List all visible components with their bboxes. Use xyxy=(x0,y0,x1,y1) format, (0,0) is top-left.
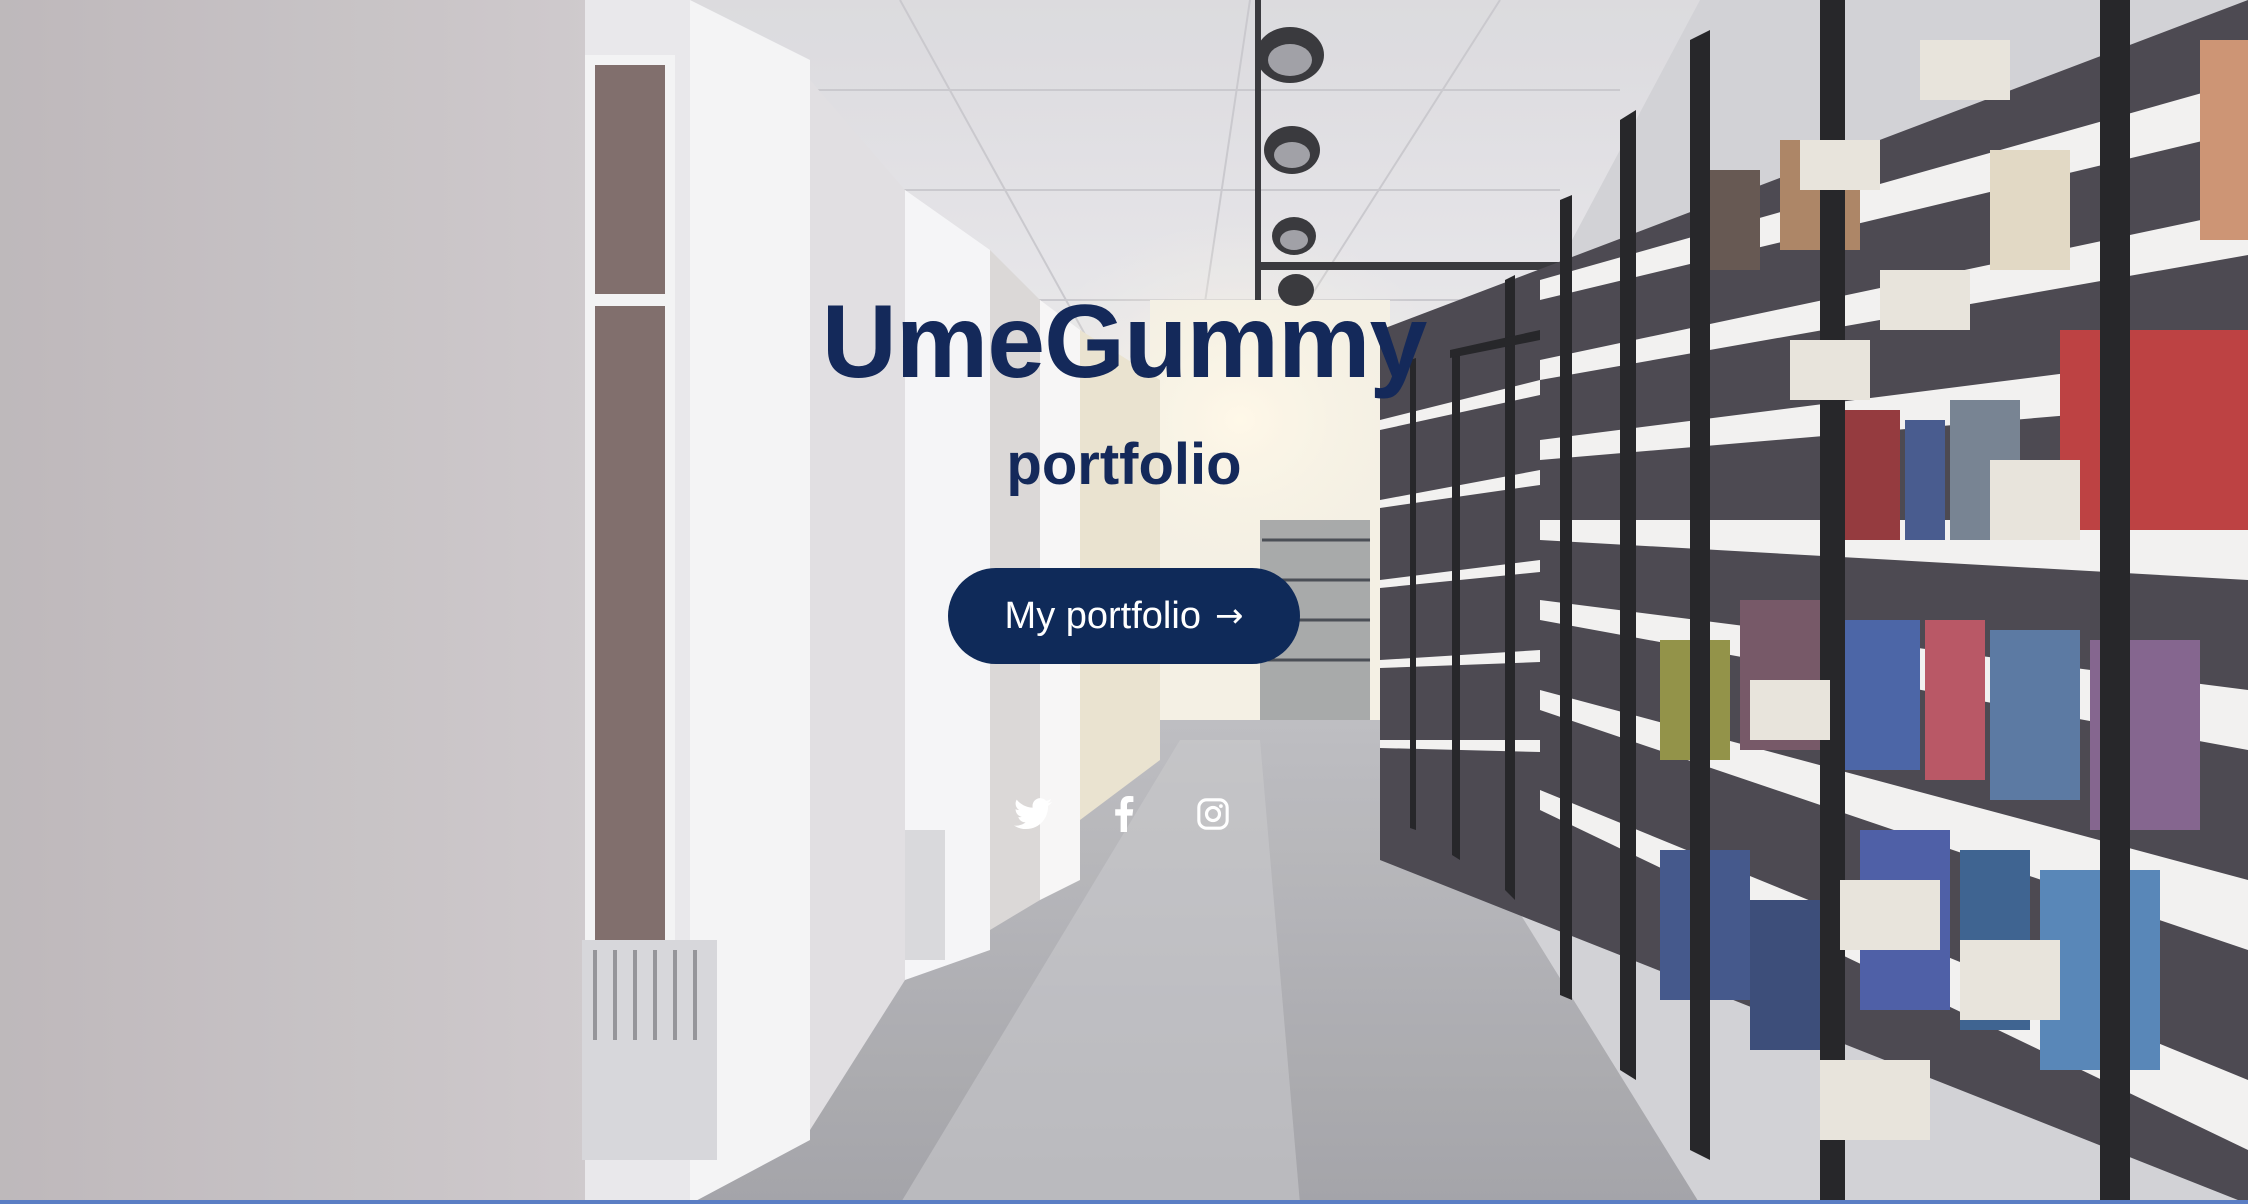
instagram-link[interactable] xyxy=(1193,794,1233,834)
bottom-accent-bar xyxy=(0,1200,2248,1204)
site-subtitle: portfolio xyxy=(1006,432,1242,497)
instagram-icon xyxy=(1197,798,1229,830)
twitter-link[interactable] xyxy=(1013,794,1053,834)
hero-section: UmeGummy portfolio My portfolio → xyxy=(0,0,2248,1204)
my-portfolio-button-label: My portfolio xyxy=(1004,594,1201,637)
facebook-link[interactable] xyxy=(1104,794,1144,834)
twitter-icon xyxy=(1014,798,1052,830)
site-title: UmeGummy xyxy=(821,284,1428,400)
facebook-icon xyxy=(1115,796,1134,832)
arrow-right-icon: → xyxy=(1214,596,1244,636)
my-portfolio-button[interactable]: My portfolio → xyxy=(948,568,1300,664)
hero-content: UmeGummy portfolio My portfolio → xyxy=(0,0,2248,1204)
